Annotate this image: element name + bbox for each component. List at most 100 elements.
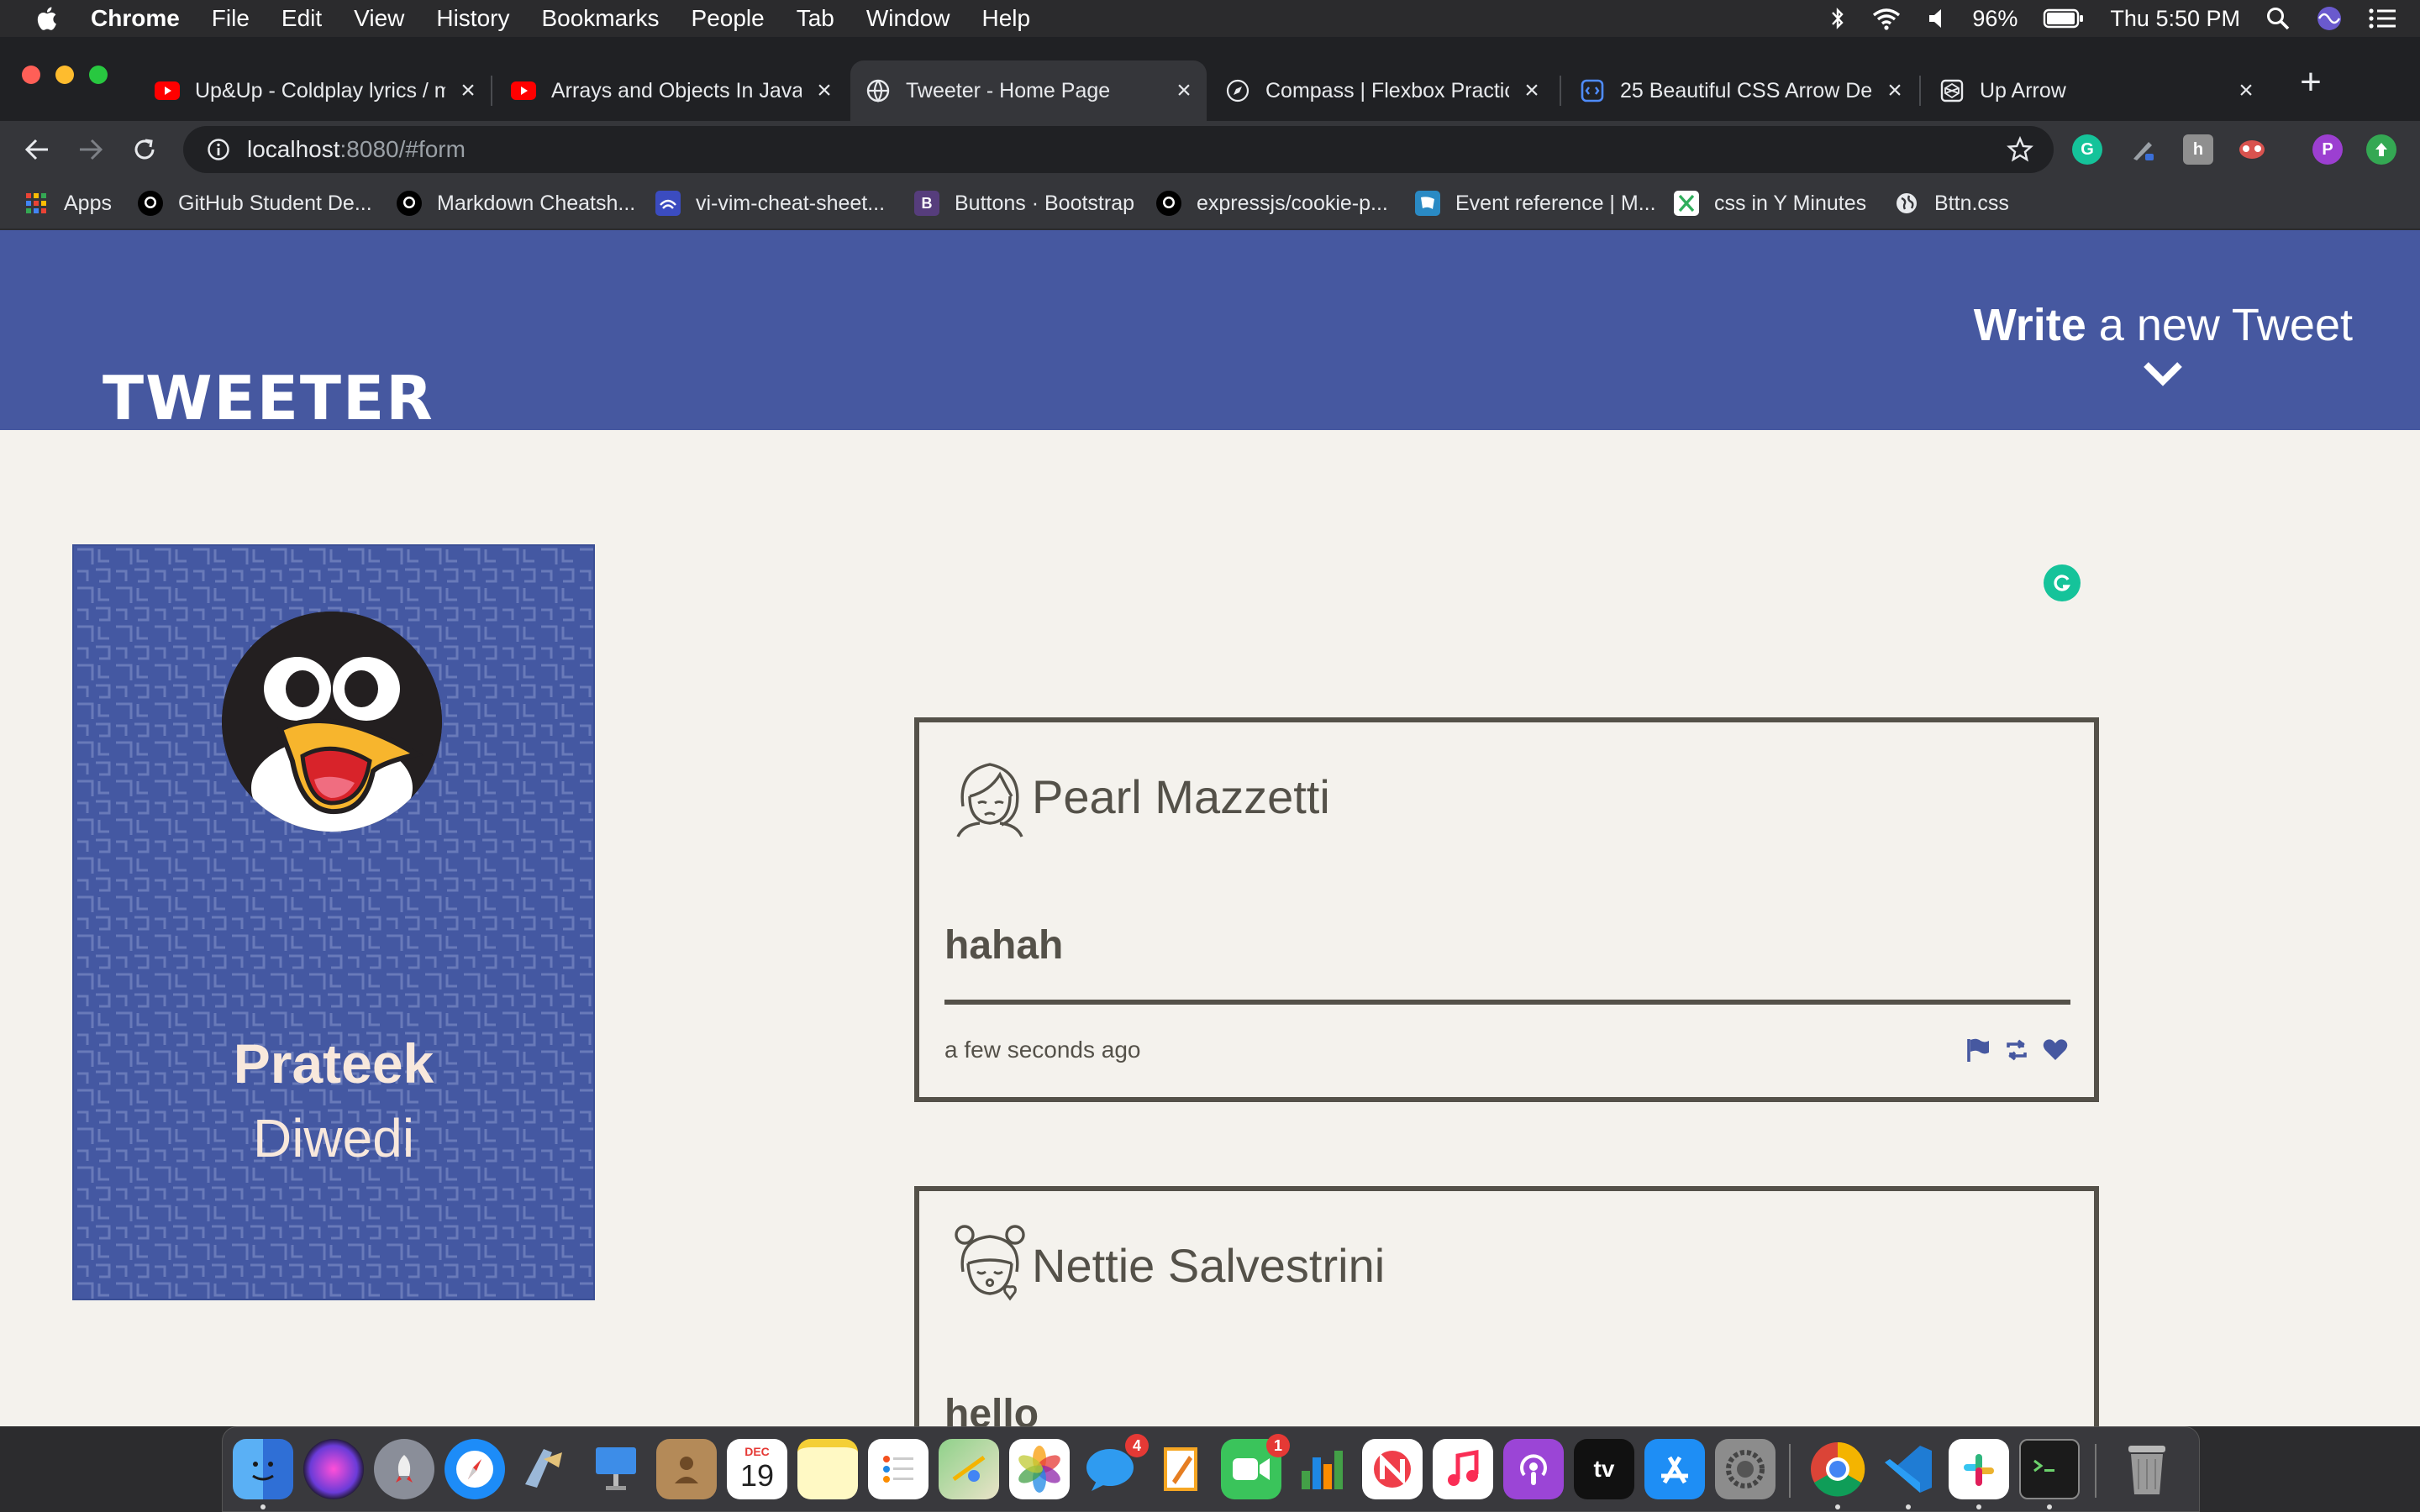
menu-help[interactable]: Help bbox=[981, 5, 1030, 32]
tab-compass-flexbox[interactable]: Compass | Flexbox Practice × bbox=[1210, 60, 1555, 121]
notes-icon[interactable] bbox=[797, 1439, 858, 1499]
arrow-right-icon bbox=[80, 139, 103, 160]
tab-coldplay[interactable]: Up&Up - Coldplay lyrics / m × bbox=[139, 60, 491, 121]
tab-title: 25 Beautiful CSS Arrow Des bbox=[1620, 78, 1872, 102]
tab-up-arrow[interactable]: Up Arrow × bbox=[1924, 60, 2269, 121]
reload-button[interactable] bbox=[128, 133, 161, 166]
bookmark-cookie-parser[interactable]: expressjs/cookie-p... bbox=[1156, 188, 1388, 218]
heart-icon[interactable] bbox=[2042, 1037, 2069, 1063]
bootstrap-icon: B bbox=[914, 191, 939, 216]
tweet-content: hahah bbox=[944, 923, 1064, 968]
music-icon[interactable] bbox=[1433, 1439, 1493, 1499]
menu-people[interactable]: People bbox=[692, 5, 765, 32]
bookmark-event-reference[interactable]: Event reference | M... bbox=[1415, 188, 1656, 218]
mask-extension-icon[interactable] bbox=[2237, 134, 2267, 165]
maps-icon[interactable] bbox=[939, 1439, 999, 1499]
tab-arrays-objects[interactable]: Arrays and Objects In JavaS × bbox=[496, 60, 847, 121]
tab-close-icon[interactable]: × bbox=[1884, 78, 1906, 103]
siri-icon[interactable] bbox=[2316, 5, 2343, 32]
bookmark-bootstrap-buttons[interactable]: B Buttons · Bootstrap bbox=[914, 188, 1134, 218]
battery-icon[interactable] bbox=[2043, 8, 2085, 29]
mail-icon[interactable] bbox=[515, 1439, 576, 1499]
bookmark-label: GitHub Student De... bbox=[178, 191, 372, 215]
reminders-icon[interactable] bbox=[868, 1439, 929, 1499]
bluetooth-icon[interactable] bbox=[1829, 6, 1846, 31]
menu-history[interactable]: History bbox=[436, 5, 509, 32]
tab-tweeter-home[interactable]: Tweeter - Home Page × bbox=[850, 60, 1207, 121]
menu-chrome[interactable]: Chrome bbox=[91, 5, 180, 32]
bookmark-bttn-css[interactable]: Bttn.css bbox=[1894, 188, 2009, 218]
grammarly-extension-icon[interactable]: G bbox=[2072, 134, 2102, 165]
system-preferences-icon[interactable] bbox=[1715, 1439, 1776, 1499]
bookmark-markdown-cheatsheet[interactable]: Markdown Cheatsh... bbox=[397, 188, 635, 218]
site-logo[interactable]: TWEETER bbox=[103, 363, 434, 433]
apple-tv-icon[interactable]: tv bbox=[1574, 1439, 1634, 1499]
menubar-clock[interactable]: Thu 5:50 PM bbox=[2110, 6, 2240, 32]
contacts-icon[interactable] bbox=[656, 1439, 717, 1499]
grammarly-badge-icon[interactable] bbox=[2044, 564, 2081, 601]
tab-close-icon[interactable]: × bbox=[1521, 78, 1543, 103]
bookmark-vim-cheat-sheet[interactable]: vi-vim-cheat-sheet... bbox=[655, 188, 885, 218]
site-info-icon[interactable] bbox=[207, 138, 230, 161]
pages-icon[interactable] bbox=[1150, 1439, 1211, 1499]
menu-view[interactable]: View bbox=[354, 5, 404, 32]
url-host: localhost bbox=[247, 136, 340, 162]
tab-close-icon[interactable]: × bbox=[2235, 78, 2257, 103]
tab-close-icon[interactable]: × bbox=[1173, 78, 1195, 103]
github-icon bbox=[1156, 191, 1181, 216]
volume-icon[interactable] bbox=[1927, 7, 1947, 30]
bookmark-apps[interactable]: Apps bbox=[24, 188, 112, 218]
tab-close-icon[interactable]: × bbox=[813, 78, 835, 103]
window-close-button[interactable] bbox=[22, 66, 40, 84]
calendar-icon[interactable]: DEC 19 bbox=[727, 1439, 787, 1499]
window-zoom-button[interactable] bbox=[89, 66, 108, 84]
chrome-icon[interactable] bbox=[1807, 1439, 1868, 1499]
wifi-icon[interactable] bbox=[1871, 7, 1902, 30]
bookmark-label: Event reference | M... bbox=[1455, 191, 1656, 215]
bookmark-github-student[interactable]: GitHub Student De... bbox=[138, 188, 372, 218]
notification-center-icon[interactable] bbox=[2368, 7, 2396, 30]
menu-file[interactable]: File bbox=[212, 5, 250, 32]
tweet-divider bbox=[944, 1000, 2070, 1005]
retweet-icon[interactable] bbox=[2003, 1037, 2030, 1063]
trash-icon[interactable] bbox=[2117, 1439, 2177, 1499]
photos-icon[interactable] bbox=[1009, 1439, 1070, 1499]
bookmark-star-icon[interactable] bbox=[2007, 136, 2033, 163]
flag-icon[interactable] bbox=[1965, 1037, 1991, 1063]
terminal-icon[interactable] bbox=[2019, 1439, 2080, 1499]
hn-extension-icon[interactable]: h bbox=[2183, 134, 2213, 165]
profile-avatar-button[interactable]: P bbox=[2312, 134, 2343, 165]
bookmark-label: expressjs/cookie-p... bbox=[1197, 191, 1388, 215]
compose-toggle[interactable]: Write a new Tweet bbox=[1974, 299, 2353, 386]
reload-icon bbox=[134, 139, 155, 160]
apple-logo-icon[interactable] bbox=[34, 4, 62, 33]
address-bar[interactable]: localhost:8080/#form bbox=[183, 126, 2054, 173]
finder-icon[interactable] bbox=[233, 1439, 293, 1499]
forward-button[interactable] bbox=[74, 133, 108, 166]
siri-dock-icon[interactable] bbox=[303, 1439, 364, 1499]
menu-window[interactable]: Window bbox=[866, 5, 950, 32]
safari-icon[interactable] bbox=[445, 1439, 505, 1499]
menu-tab[interactable]: Tab bbox=[797, 5, 834, 32]
window-minimize-button[interactable] bbox=[55, 66, 74, 84]
calendar-month: DEC bbox=[744, 1445, 770, 1458]
podcasts-icon[interactable] bbox=[1503, 1439, 1564, 1499]
vscode-icon[interactable] bbox=[1878, 1439, 1939, 1499]
pen-extension-icon[interactable] bbox=[2128, 134, 2158, 165]
menu-bookmarks[interactable]: Bookmarks bbox=[541, 5, 659, 32]
page-viewport: TWEETER Write a new Tweet Prateek Diwedi… bbox=[0, 230, 2420, 1426]
tab-css-arrows[interactable]: 25 Beautiful CSS Arrow Des × bbox=[1565, 60, 1918, 121]
launchpad-icon[interactable] bbox=[374, 1439, 434, 1499]
app-store-icon[interactable] bbox=[1644, 1439, 1705, 1499]
news-icon[interactable] bbox=[1362, 1439, 1423, 1499]
slack-icon[interactable] bbox=[1949, 1439, 2009, 1499]
menu-edit[interactable]: Edit bbox=[281, 5, 322, 32]
numbers-icon[interactable] bbox=[1292, 1439, 1352, 1499]
bookmark-css-y-minutes[interactable]: css in Y Minutes bbox=[1674, 188, 1866, 218]
new-tab-button[interactable]: + bbox=[2294, 64, 2328, 101]
keynote-icon[interactable] bbox=[586, 1439, 646, 1499]
tab-close-icon[interactable]: × bbox=[457, 78, 479, 103]
update-extension-icon[interactable] bbox=[2366, 134, 2396, 165]
spotlight-search-icon[interactable] bbox=[2265, 6, 2291, 31]
back-button[interactable] bbox=[20, 133, 54, 166]
